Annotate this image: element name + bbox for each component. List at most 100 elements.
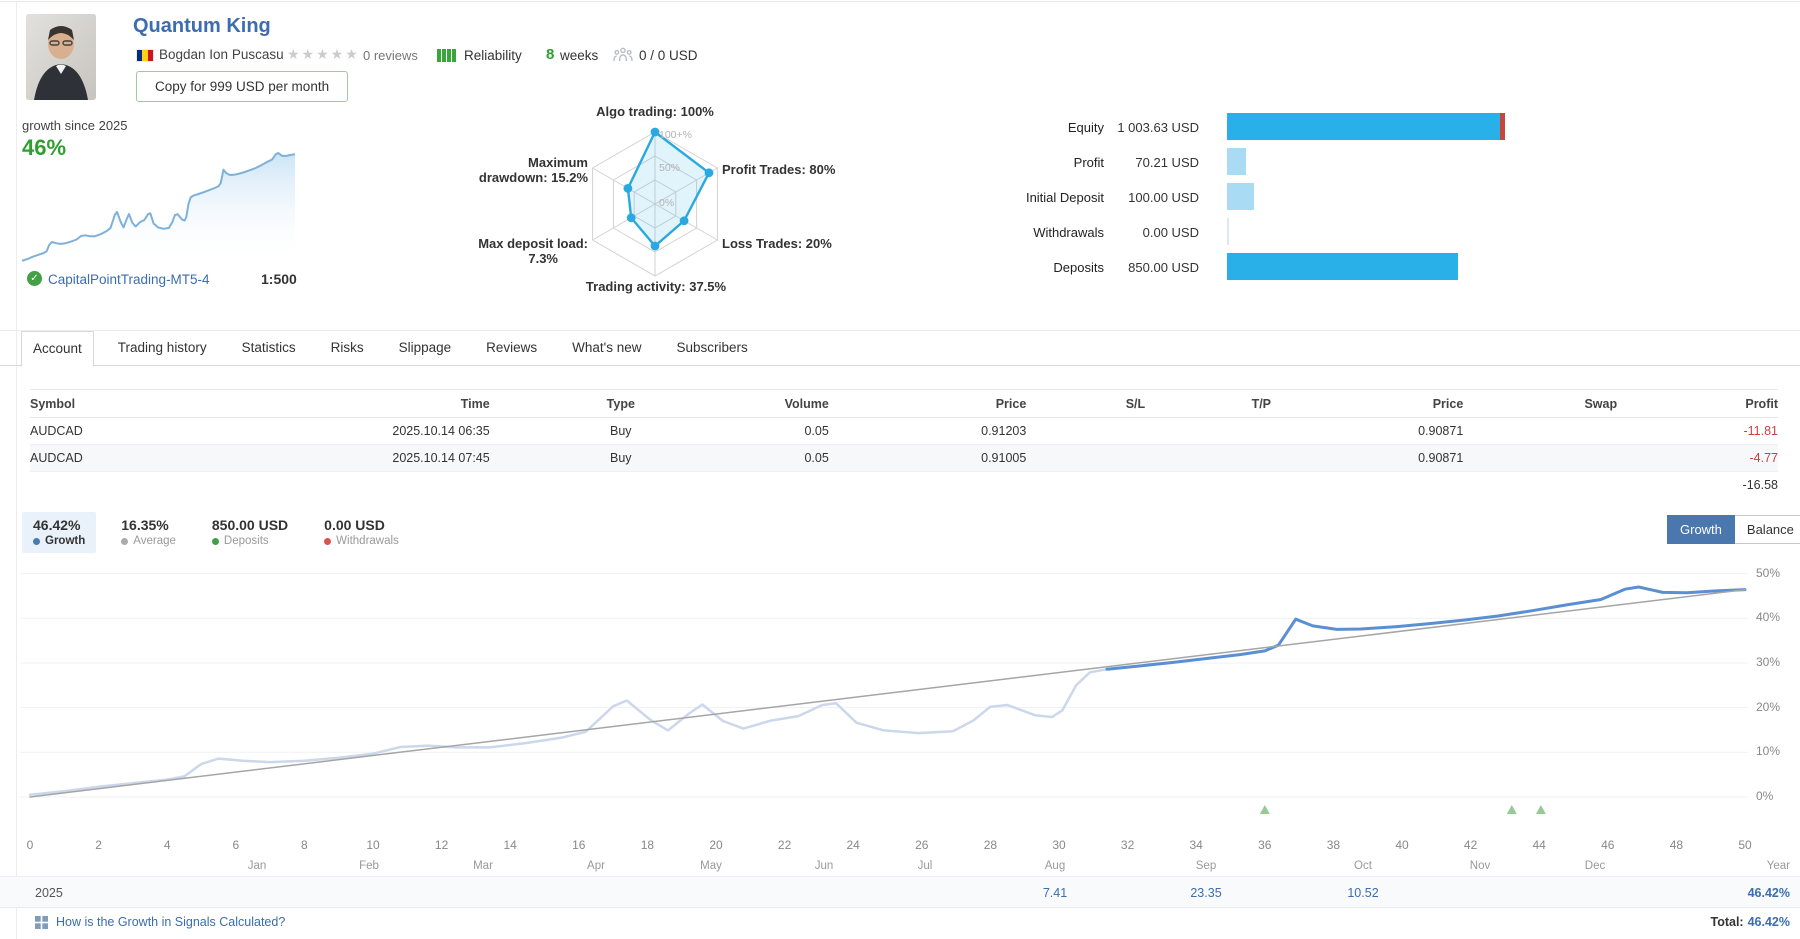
reliability-bars-icon bbox=[437, 49, 456, 62]
table-cell bbox=[1026, 472, 1145, 499]
x-axis-year-label: Year bbox=[1767, 860, 1790, 872]
stat-label-text: Growth bbox=[45, 535, 85, 547]
radar-axis-label: Trading activity: 37.5% bbox=[531, 279, 781, 294]
stat-value: 850.00 USD bbox=[212, 517, 288, 533]
x-axis-month-label: Jun bbox=[815, 860, 834, 872]
stat-label: Deposits bbox=[212, 535, 288, 547]
radar-axis-label: Loss Trades: 20% bbox=[722, 236, 942, 251]
growth-mode-button[interactable]: Growth bbox=[1667, 515, 1735, 544]
x-axis-month-label: Jul bbox=[918, 860, 933, 872]
x-axis-week-label: 0 bbox=[27, 838, 34, 852]
x-axis-week-label: 12 bbox=[435, 838, 448, 852]
svg-text:50%: 50% bbox=[659, 162, 680, 174]
x-axis-week-label: 38 bbox=[1327, 838, 1340, 852]
table-cell: 0.90871 bbox=[1271, 445, 1463, 472]
x-axis-week-label: 4 bbox=[164, 838, 171, 852]
x-axis-month-label: Dec bbox=[1585, 860, 1605, 872]
total-profit-cell: -16.58 bbox=[1617, 472, 1778, 499]
summary-label-profit: Profit bbox=[930, 155, 1104, 170]
x-axis-week-label: 28 bbox=[984, 838, 997, 852]
tab-reviews[interactable]: Reviews bbox=[475, 331, 548, 367]
column-header-type: Type bbox=[490, 390, 752, 418]
table-cell bbox=[1026, 445, 1145, 472]
x-axis-month-label: Feb bbox=[359, 860, 379, 872]
monthly-growth-value: 10.52 bbox=[1347, 886, 1378, 900]
radar-axis-label-line: Max deposit load: bbox=[388, 236, 588, 251]
x-axis-week-label: 26 bbox=[915, 838, 928, 852]
broker-account-link[interactable]: CapitalPointTrading-MT5-4 bbox=[48, 272, 210, 287]
table-cell bbox=[1145, 445, 1271, 472]
broker-verified-icon: ✓ bbox=[27, 271, 42, 286]
table-row: AUDCAD2025.10.14 06:35Buy0.050.912030.90… bbox=[30, 418, 1778, 445]
x-axis-week-label: 14 bbox=[504, 838, 517, 852]
summary-label-withdrawals: Withdrawals bbox=[930, 225, 1104, 240]
table-cell: 2025.10.14 07:45 bbox=[257, 445, 489, 472]
growth-chart bbox=[0, 556, 1800, 827]
radar-axis-label: Algo trading: 100% bbox=[530, 104, 780, 119]
tab-what-s-new[interactable]: What's new bbox=[561, 331, 652, 367]
average-dot-icon bbox=[121, 538, 128, 545]
svg-text:0%: 0% bbox=[659, 197, 674, 209]
svg-text:100+%: 100+% bbox=[659, 129, 692, 141]
tab-risks[interactable]: Risks bbox=[320, 331, 375, 367]
tab-statistics[interactable]: Statistics bbox=[231, 331, 307, 367]
summary-value: 0.00 USD bbox=[1114, 225, 1199, 240]
x-axis-month-label: Mar bbox=[473, 860, 493, 872]
table-cell: 0.91203 bbox=[829, 418, 1027, 445]
x-axis-week-label: 44 bbox=[1533, 838, 1546, 852]
growth-help-link[interactable]: How is the Growth in Signals Calculated? bbox=[56, 915, 285, 929]
table-cell bbox=[1463, 472, 1617, 499]
page-top-border bbox=[0, 1, 1800, 2]
summary-bar bbox=[1227, 218, 1229, 245]
table-cell bbox=[30, 472, 257, 499]
radar-axis-label-line: Loss Trades: 20% bbox=[722, 236, 942, 251]
stat-label-text: Withdrawals bbox=[336, 535, 399, 547]
weeks-label: weeks bbox=[560, 48, 598, 63]
tab-trading-history[interactable]: Trading history bbox=[107, 331, 218, 367]
column-header-price: Price bbox=[1271, 390, 1463, 418]
x-axis-week-label: 48 bbox=[1670, 838, 1683, 852]
signal-page: Quantum King Bogdan Ion Puscasu ★★★★★ 0 … bbox=[0, 0, 1800, 939]
bar-segment bbox=[1227, 218, 1229, 245]
copy-signal-button[interactable]: Copy for 999 USD per month bbox=[136, 71, 348, 102]
table-cell bbox=[1026, 418, 1145, 445]
stat-value: 16.35% bbox=[121, 517, 176, 533]
avatar-portrait bbox=[26, 14, 96, 100]
radar-axis-label-line: Trading activity: 37.5% bbox=[531, 279, 781, 294]
table-cell: Buy bbox=[490, 418, 752, 445]
stat-label-text: Deposits bbox=[224, 535, 269, 547]
summary-bar bbox=[1227, 148, 1246, 175]
total-value: 46.42% bbox=[1748, 915, 1790, 929]
x-axis-week-label: 24 bbox=[847, 838, 860, 852]
table-cell: 0.90871 bbox=[1271, 418, 1463, 445]
subscribers-icon bbox=[613, 47, 633, 67]
y-axis-label: 10% bbox=[1756, 744, 1800, 758]
x-axis-week-label: 36 bbox=[1258, 838, 1271, 852]
signal-title: Quantum King bbox=[133, 15, 271, 38]
x-axis-month-label: Nov bbox=[1470, 860, 1490, 872]
column-header-swap: Swap bbox=[1463, 390, 1617, 418]
table-cell: Buy bbox=[490, 445, 752, 472]
tab-slippage[interactable]: Slippage bbox=[388, 331, 463, 367]
balance-mode-button[interactable]: Balance bbox=[1735, 515, 1800, 544]
avatar bbox=[26, 14, 96, 100]
tab-subscribers[interactable]: Subscribers bbox=[666, 331, 759, 367]
chart-legend-stats: 46.42%Growth16.35%Average850.00 USDDepos… bbox=[22, 512, 410, 553]
x-axis-week-label: 22 bbox=[778, 838, 791, 852]
stat-label-text: Average bbox=[133, 535, 176, 547]
footer-total: Total:46.42% bbox=[1711, 915, 1791, 929]
rating-stars-icon: ★★★★★ bbox=[287, 46, 360, 63]
column-header-time: Time bbox=[257, 390, 489, 418]
tab-account[interactable]: Account bbox=[21, 331, 94, 367]
y-axis-label: 50% bbox=[1756, 566, 1800, 580]
reviews-link[interactable]: 0 reviews bbox=[363, 48, 418, 63]
table-cell: AUDCAD bbox=[30, 418, 257, 445]
table-cell: AUDCAD bbox=[30, 445, 257, 472]
x-axis-week-label: 16 bbox=[572, 838, 585, 852]
author-link[interactable]: Bogdan Ion Puscasu bbox=[159, 47, 284, 62]
growth-dot-icon bbox=[33, 538, 40, 545]
table-cell: 0.05 bbox=[752, 418, 829, 445]
deposits-dot-icon bbox=[212, 538, 219, 545]
table-cell bbox=[1271, 472, 1463, 499]
y-axis-label: 30% bbox=[1756, 655, 1800, 669]
